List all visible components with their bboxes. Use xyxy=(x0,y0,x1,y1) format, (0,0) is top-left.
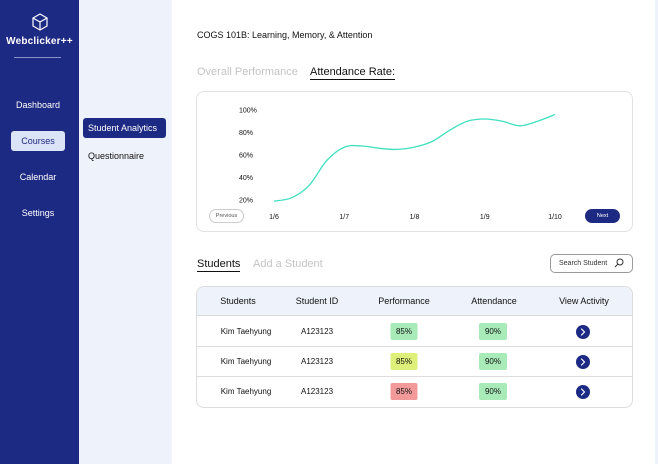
chevron-right-icon xyxy=(580,328,586,336)
nav-settings[interactable]: Settings xyxy=(11,203,65,223)
search-student-input[interactable]: Search Student xyxy=(550,254,633,273)
header-students: Students xyxy=(220,296,256,306)
nav-courses[interactable]: Courses xyxy=(11,131,65,151)
table-row: Kim Taehyung A123123 85% 90% xyxy=(197,317,632,347)
student-id: A123123 xyxy=(300,357,334,366)
attendance-badge: 90% xyxy=(479,323,507,340)
attendance-chart: 20% 40% 60% 80% 100% 1/6 1/7 1/8 1/9 1/10 xyxy=(239,108,562,222)
y-tick-label: 40% xyxy=(239,175,253,182)
y-tick-label: 100% xyxy=(239,108,257,115)
student-id: A123123 xyxy=(300,387,334,396)
students-table: Students Student ID Performance Attendan… xyxy=(196,286,633,408)
view-activity-button[interactable] xyxy=(576,355,590,369)
performance-badge: 85% xyxy=(390,323,418,340)
x-tick-label: 1/10 xyxy=(548,214,562,221)
x-tick-label: 1/6 xyxy=(269,214,279,221)
table-header: Students Student ID Performance Attendan… xyxy=(197,287,632,316)
chevron-right-icon xyxy=(580,358,586,366)
brand-name: Webclicker++ xyxy=(6,36,73,47)
student-name: Kim Taehyung xyxy=(220,357,272,366)
y-tick-label: 60% xyxy=(239,153,253,160)
main-sidebar: Webclicker++ Dashboard Courses Calendar … xyxy=(0,0,79,464)
brand-divider xyxy=(14,57,61,58)
student-id: A123123 xyxy=(300,327,334,336)
y-tick-label: 20% xyxy=(239,198,253,205)
course-title: COGS 101B: Learning, Memory, & Attention xyxy=(197,30,373,40)
app-window: Webclicker++ Dashboard Courses Calendar … xyxy=(0,0,658,464)
performance-badge: 85% xyxy=(390,353,418,370)
header-student-id: Student ID xyxy=(295,296,339,306)
table-row: Kim Taehyung A123123 85% 90% xyxy=(197,377,632,407)
tab-attendance-rate[interactable]: Attendance Rate: xyxy=(310,66,396,80)
header-attendance: Attendance xyxy=(471,296,517,306)
cube-icon xyxy=(31,13,48,31)
course-subnav: Student Analytics Questionnaire xyxy=(79,0,172,464)
x-tick-label: 1/7 xyxy=(339,214,349,221)
header-performance: Performance xyxy=(378,296,430,306)
student-name: Kim Taehyung xyxy=(220,327,272,336)
view-activity-button[interactable] xyxy=(576,325,590,339)
attendance-badge: 90% xyxy=(479,353,507,370)
header-view-activity: View Activity xyxy=(559,296,609,306)
attendance-series-line xyxy=(273,113,556,202)
subnav-questionnaire[interactable]: Questionnaire xyxy=(83,146,166,166)
nav-dashboard[interactable]: Dashboard xyxy=(11,95,65,115)
student-name: Kim Taehyung xyxy=(220,387,272,396)
previous-button[interactable]: Previous xyxy=(209,209,244,223)
next-button[interactable]: Next xyxy=(585,209,620,223)
attendance-badge: 90% xyxy=(479,383,507,400)
y-tick-label: 80% xyxy=(239,130,253,137)
performance-badge: 85% xyxy=(390,383,418,400)
chevron-right-icon xyxy=(580,388,586,396)
tab-students[interactable]: Students xyxy=(197,258,241,272)
view-activity-button[interactable] xyxy=(576,385,590,399)
tab-overall-performance[interactable]: Overall Performance xyxy=(197,66,298,79)
brand-logo[interactable]: Webclicker++ xyxy=(0,13,79,47)
table-row: Kim Taehyung A123123 85% 90% xyxy=(197,347,632,377)
attendance-chart-card: 20% 40% 60% 80% 100% 1/6 1/7 1/8 1/9 1/10 Previou… xyxy=(196,91,633,232)
tab-add-student[interactable]: Add a Student xyxy=(253,258,323,271)
search-placeholder: Search Student xyxy=(559,260,608,267)
subnav-student-analytics[interactable]: Student Analytics xyxy=(83,118,166,138)
nav-calendar[interactable]: Calendar xyxy=(11,167,65,187)
search-icon xyxy=(614,258,624,268)
x-tick-label: 1/8 xyxy=(410,214,420,221)
x-tick-label: 1/9 xyxy=(480,214,490,221)
